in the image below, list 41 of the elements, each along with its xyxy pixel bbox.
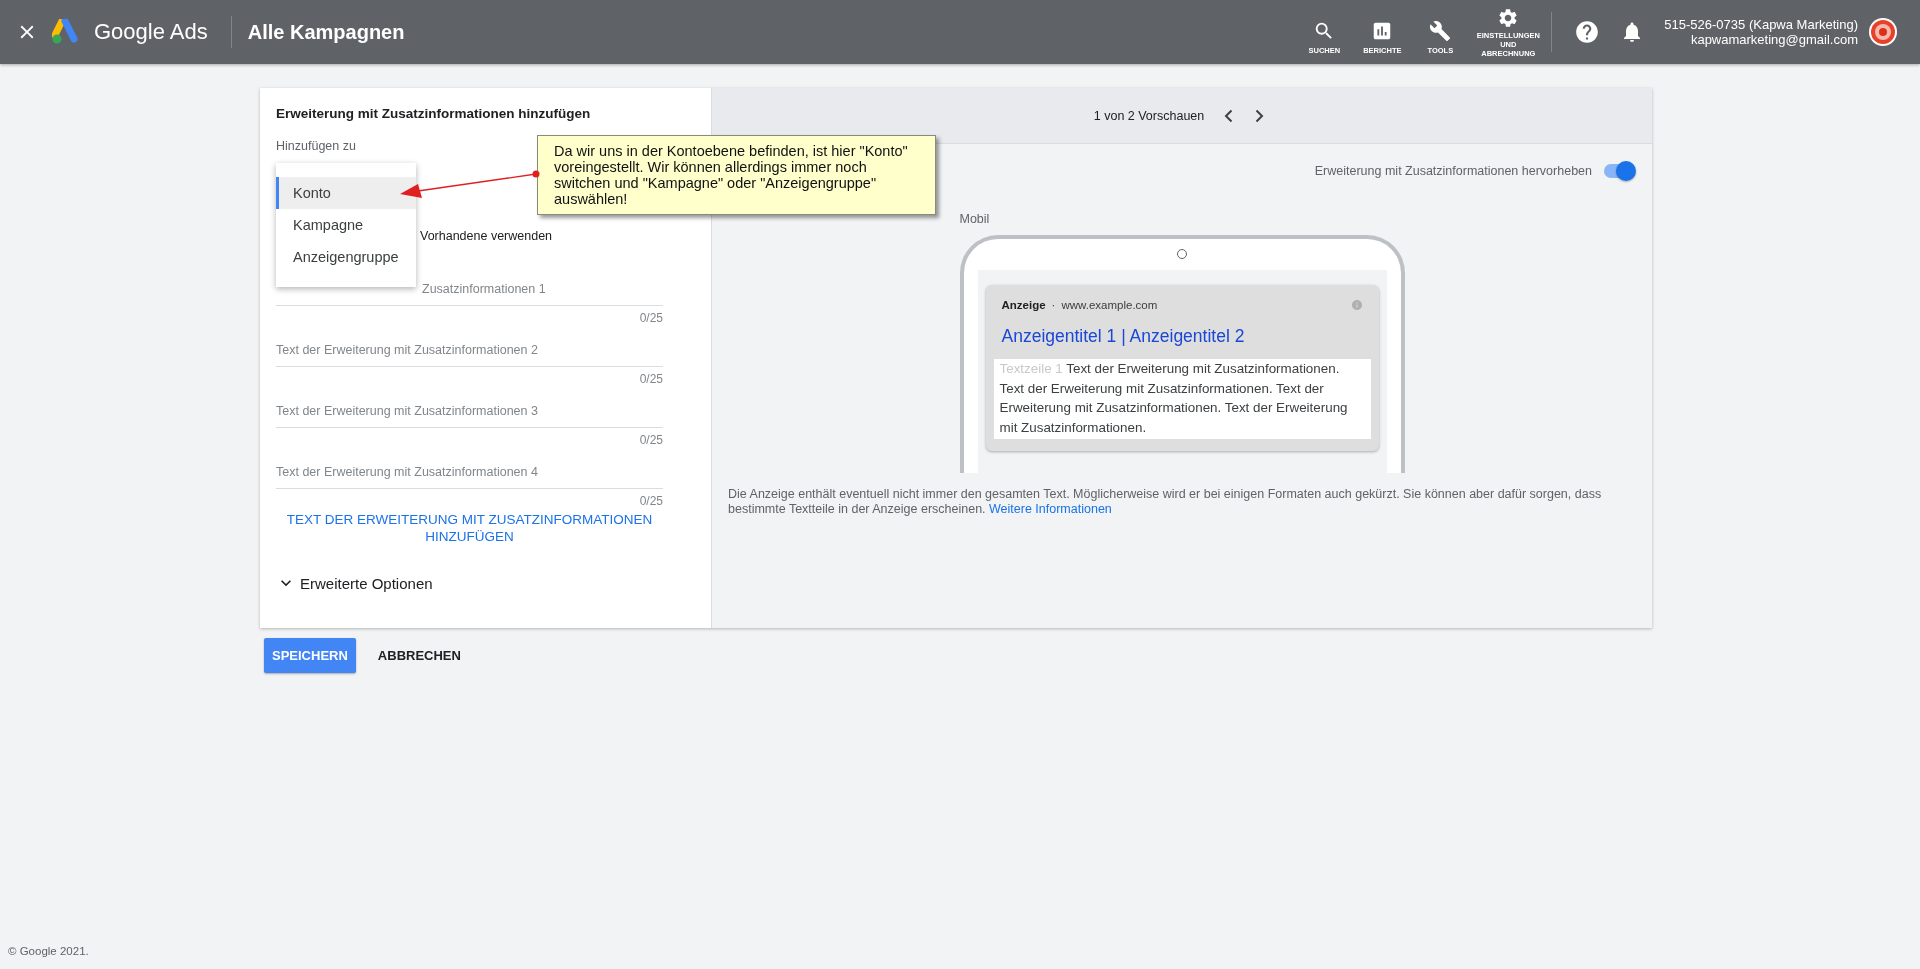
character-counter: 0/25 xyxy=(639,432,663,448)
menu-item[interactable]: Konto xyxy=(276,177,416,209)
info-icon xyxy=(1350,299,1363,311)
highlight-toggle[interactable] xyxy=(1602,161,1636,181)
help-button[interactable] xyxy=(1574,19,1601,45)
logo-icon xyxy=(52,19,80,45)
ad-headline: Anzeigentitel 1 | Anzeigentitel 2 xyxy=(1001,325,1246,347)
form-title: Erweiterung mit Zusatzinformationen hinzufügen xyxy=(276,105,592,123)
separator-dot: · xyxy=(1051,299,1056,311)
add-to-label: Hinzufügen zu xyxy=(276,138,356,154)
add-text-link[interactable]: TEXT DER ERWEITERUNG MIT ZUSATZINFORMATIONEN HINZUFÜGEN xyxy=(276,511,663,545)
save-button[interactable]: SPEICHERN xyxy=(264,638,356,673)
input-field[interactable]: Text der Erweiterung mit Zusatzinformationen 4 xyxy=(276,462,663,489)
preview-note: Die Anzeige enthält eventuell nicht immer den gesamten Text. Möglicherweise wird er bei einigen Formaten auch gekürzt. Sie können aber dafür sorgen, dass bestimmte Textteile in der Anzeige erscheinen. Weitere Informationen xyxy=(728,487,1603,517)
brand-name: Google Ads xyxy=(94,19,208,45)
annotation-callout: Da wir uns in der Kontoebene befinden, ist hier "Konto" voreingestellt. Wir können allerdings immer noch switchen und "Kampagne" oder "Anzeigengruppe" auswählen! xyxy=(537,135,936,215)
pager-text: 1 von 2 Vorschauen xyxy=(1093,108,1205,123)
ad-url: www.example.com xyxy=(1061,299,1158,311)
menu-item[interactable]: Anzeigengruppe xyxy=(276,241,416,273)
chevron-right-icon xyxy=(1255,108,1265,123)
advanced-options-toggle[interactable]: Erweiterte Optionen xyxy=(276,573,433,593)
account-email: kapwamarketing@gmail.com xyxy=(1690,32,1858,47)
radio-label[interactable]: Vorhandene verwenden xyxy=(420,228,695,244)
copyright-text: © Google 2021. xyxy=(8,945,89,957)
chevron-left-icon xyxy=(1224,108,1234,123)
character-counter: 0/25 xyxy=(639,371,663,387)
character-counter: 0/25 xyxy=(639,493,663,509)
character-counter: 0/25 xyxy=(639,310,663,326)
device-label: Mobil xyxy=(959,211,991,227)
menu-item[interactable]: Kampagne xyxy=(276,209,416,241)
avatar-icon[interactable] xyxy=(1868,17,1898,47)
input-field[interactable]: Text der Erweiterung mit Zusatzinformationen 3 xyxy=(276,401,663,428)
page-title: Alle Kampagnen xyxy=(247,20,405,44)
account-name: 515-526-0735 (Kapwa Marketing) xyxy=(1664,17,1858,32)
input-field[interactable]: Text der Erweiterung mit Zusatzinformationen 2 xyxy=(276,340,663,367)
ad-label: Anzeige xyxy=(1001,299,1046,311)
settings-icon xyxy=(1497,6,1520,29)
wrench-icon xyxy=(1429,19,1452,42)
more-info-link[interactable]: Weitere Informationen xyxy=(989,502,1112,516)
cancel-button[interactable]: ABBRECHEN xyxy=(369,638,469,673)
toggle-label: Erweiterung mit Zusatzinformationen hervorheben xyxy=(1314,164,1592,178)
